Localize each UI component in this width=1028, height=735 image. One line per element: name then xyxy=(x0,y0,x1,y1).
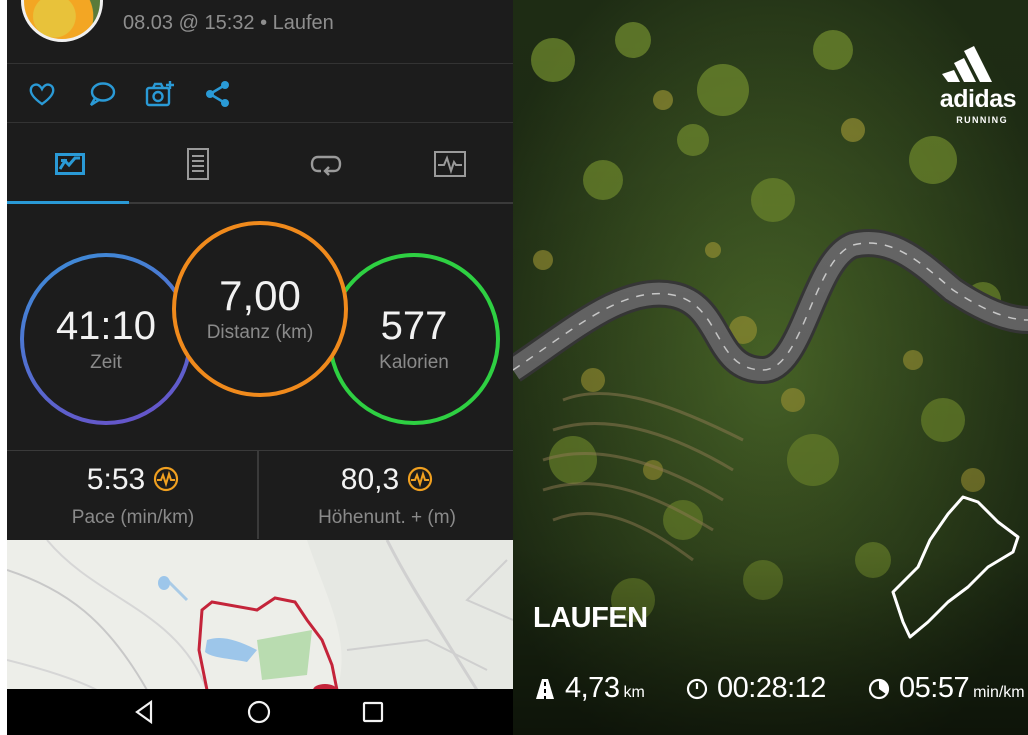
home-icon[interactable] xyxy=(245,698,273,726)
pace-stat: 05:57 min/km xyxy=(867,672,1025,705)
back-icon[interactable] xyxy=(131,698,159,726)
elevation-value: 80,3 xyxy=(340,463,400,496)
chart-tab-icon xyxy=(434,151,466,177)
tab-overview[interactable] xyxy=(7,124,133,204)
activity-tabs xyxy=(7,124,513,204)
tab-details[interactable] xyxy=(135,124,261,204)
stopwatch-icon xyxy=(686,678,708,699)
duration-stat: 00:28:12 xyxy=(685,672,826,705)
laps-tab-icon xyxy=(310,155,342,176)
distance-unit: km xyxy=(623,684,645,701)
summary-rings: 41:10 Zeit 577 Kalorien 7,00 Distanz (km… xyxy=(7,206,513,450)
pulse-icon xyxy=(408,466,433,492)
overview-tab-icon xyxy=(55,153,85,175)
calories-value: 577 xyxy=(380,304,448,348)
time-ring[interactable]: 41:10 Zeit xyxy=(20,253,192,425)
details-tab-icon xyxy=(187,148,209,180)
tab-laps[interactable] xyxy=(263,124,389,204)
activity-header: 08.03 @ 15:32 • Laufen xyxy=(7,0,513,64)
distance-stat: 4,73 km xyxy=(533,672,645,705)
brand-name: adidas xyxy=(939,85,1017,113)
distance-value: 4,73 xyxy=(565,672,620,704)
duration-value: 00:28:12 xyxy=(717,672,826,704)
avatar[interactable] xyxy=(21,0,103,42)
share-icon[interactable] xyxy=(203,79,233,109)
adidas-share-card: adidas RUNNING LAUFEN 4,73 km 00:28:12 0… xyxy=(513,0,1028,735)
tab-charts[interactable] xyxy=(387,124,513,204)
heart-icon[interactable] xyxy=(27,79,57,109)
pace-value: 5:53 xyxy=(86,463,146,496)
time-label: Zeit xyxy=(90,352,122,373)
metrics-row: 5:53 Pace (min/km) 80,3 Höhenunt. + (m) xyxy=(7,450,513,539)
pace-label: Pace (min/km) xyxy=(71,507,195,528)
pulse-icon xyxy=(154,466,179,492)
metrics-divider xyxy=(257,451,259,539)
brand-sub: RUNNING xyxy=(956,115,1008,125)
recents-icon[interactable] xyxy=(359,698,387,726)
activity-date-type: 08.03 @ 15:32 • Laufen xyxy=(123,12,334,34)
distance-label: Distanz (km) xyxy=(206,322,314,343)
active-tab-indicator xyxy=(7,201,129,204)
pace-unit: min/km xyxy=(973,684,1025,701)
elevation-label: Höhenunt. + (m) xyxy=(318,507,456,528)
route-map[interactable] xyxy=(7,540,513,690)
camera-add-icon[interactable] xyxy=(145,79,175,109)
comment-icon[interactable] xyxy=(87,79,117,109)
elevation-metric[interactable]: 80,3 Höhenunt. + (m) xyxy=(261,451,513,539)
time-value: 41:10 xyxy=(55,304,157,348)
pace-metric[interactable]: 5:53 Pace (min/km) xyxy=(7,451,259,539)
calories-ring[interactable]: 577 Kalorien xyxy=(328,253,500,425)
distance-value: 7,00 xyxy=(219,272,301,319)
pace-value: 05:57 xyxy=(899,672,970,704)
road-icon xyxy=(536,678,554,699)
action-bar xyxy=(7,65,513,123)
calories-label: Kalorien xyxy=(379,352,449,373)
route-outline xyxy=(891,495,1020,639)
distance-ring[interactable]: 7,00 Distanz (km) xyxy=(172,221,348,397)
activity-type: LAUFEN xyxy=(533,602,648,634)
garmin-activity-screen: 08.03 @ 15:32 • Laufen 41:10 Zeit 577 Ka… xyxy=(7,0,513,735)
pace-gauge-icon xyxy=(868,678,890,699)
android-nav-bar xyxy=(7,689,513,735)
